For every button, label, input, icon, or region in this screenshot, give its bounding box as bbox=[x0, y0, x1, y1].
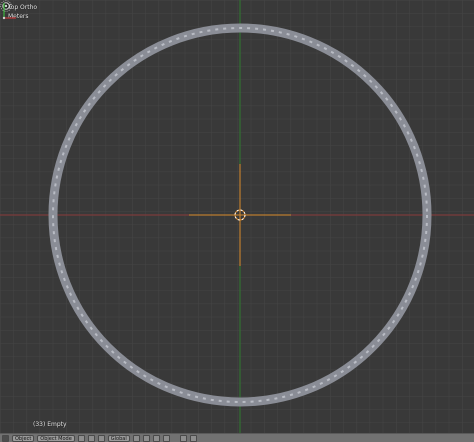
axis-gizmo-icon bbox=[2, 3, 16, 20]
orientation-selector[interactable]: Global bbox=[107, 434, 130, 442]
pivot-icon[interactable] bbox=[87, 434, 95, 442]
layer-button[interactable] bbox=[132, 434, 140, 442]
lock-icon[interactable] bbox=[179, 434, 187, 442]
manipulator-icon[interactable] bbox=[97, 434, 105, 442]
viewport-header: Object Object Mode Global bbox=[0, 433, 474, 442]
3d-viewport[interactable]: Top Ortho Meters (33) Empty bbox=[0, 0, 474, 433]
layer-button[interactable] bbox=[142, 434, 150, 442]
viewport-shading-icon[interactable] bbox=[77, 434, 85, 442]
viewport-canvas[interactable] bbox=[0, 0, 474, 433]
grid-floor bbox=[0, 0, 474, 433]
view3d-icon[interactable] bbox=[2, 434, 9, 442]
object-menu[interactable]: Object bbox=[12, 434, 35, 442]
mode-selector[interactable]: Object Mode bbox=[37, 434, 75, 442]
layer-button[interactable] bbox=[152, 434, 160, 442]
render-icon[interactable] bbox=[189, 434, 197, 442]
object-info-label: (33) Empty bbox=[33, 421, 67, 428]
layer-button[interactable] bbox=[162, 434, 170, 442]
